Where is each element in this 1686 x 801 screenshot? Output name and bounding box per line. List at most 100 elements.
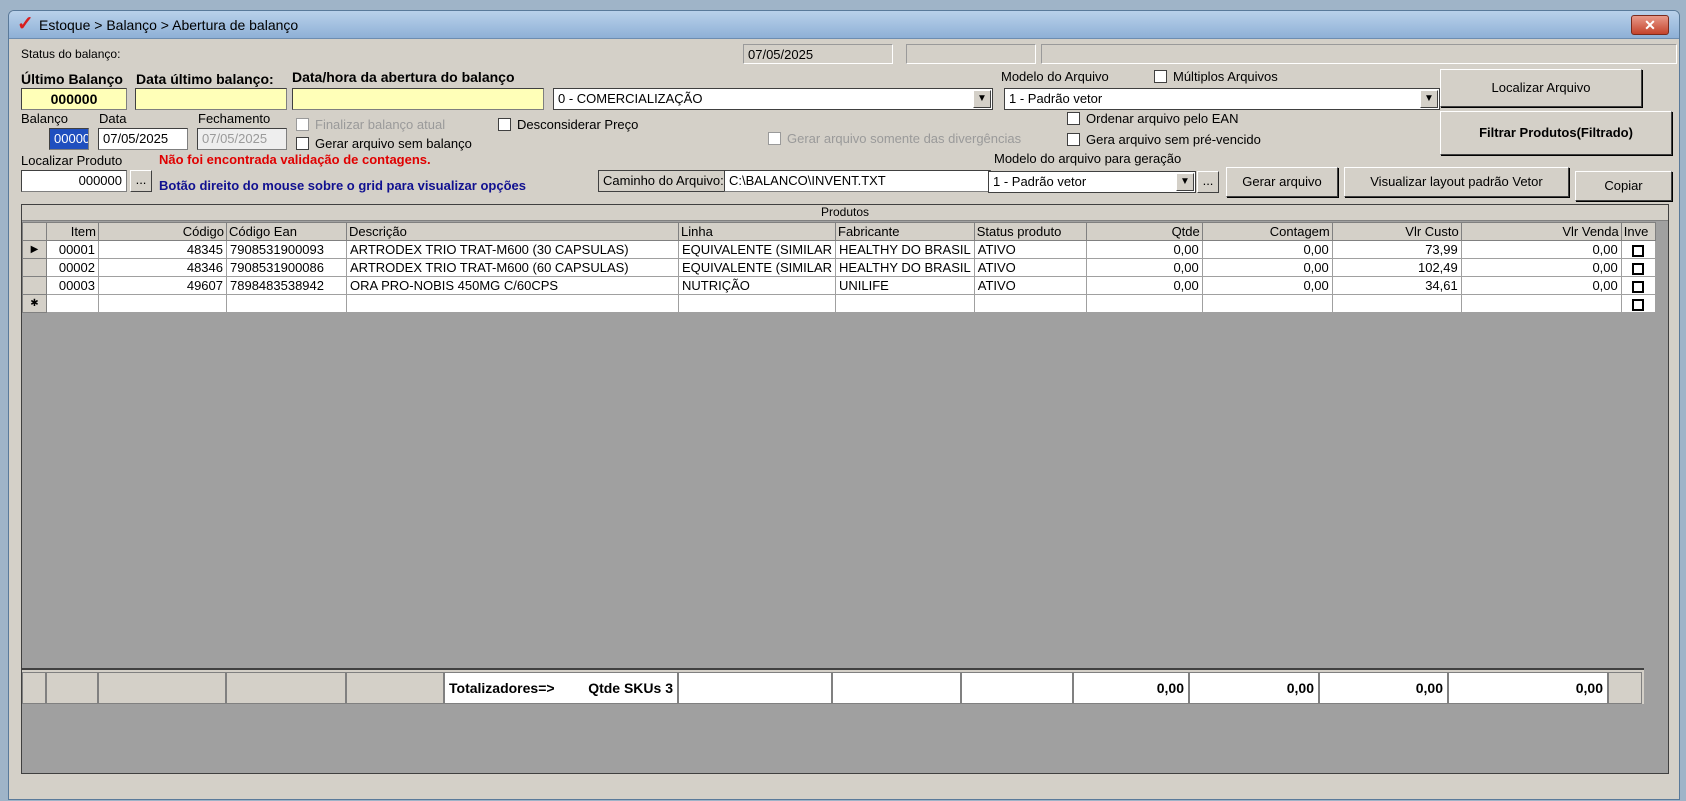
table-row[interactable]: ▶ 00001 48345 7908531900093 ARTRODEX TRI… (22, 240, 1656, 259)
cell-vlr-custo[interactable]: 102,49 (1331, 258, 1462, 277)
data-hora-abertura-field[interactable] (292, 88, 544, 110)
title-bar[interactable]: ✓ Estoque > Balanço > Abertura de balanç… (9, 11, 1679, 39)
header-item[interactable]: Item (46, 222, 99, 241)
header-vlr-venda[interactable]: Vlr Venda (1460, 222, 1622, 241)
data-field[interactable]: 07/05/2025 (98, 128, 188, 150)
somente-divergencias-checkbox[interactable]: Gerar arquivo somente das divergências (768, 131, 1021, 146)
new-row[interactable]: ✱ (22, 294, 1656, 313)
localizar-produto-lookup-button[interactable]: ... (130, 170, 152, 192)
table-row[interactable]: 00002 48346 7908531900086 ARTRODEX TRIO … (22, 258, 1656, 277)
checkbox-box[interactable] (296, 137, 309, 150)
header-codigo[interactable]: Código (98, 222, 227, 241)
cell-item[interactable]: 00001 (46, 240, 99, 259)
cell-empty[interactable] (98, 294, 227, 313)
cell-inve[interactable] (1620, 240, 1656, 259)
cell-vlr-custo[interactable]: 73,99 (1331, 240, 1462, 259)
checkbox-box[interactable] (1154, 70, 1167, 83)
localizar-arquivo-button[interactable]: Localizar Arquivo (1440, 69, 1642, 107)
cell-empty[interactable] (346, 294, 679, 313)
cell-inve[interactable] (1620, 276, 1656, 295)
chevron-down-icon[interactable]: ▼ (1420, 90, 1438, 108)
cell-empty[interactable] (1460, 294, 1622, 313)
cell-vlr-venda[interactable]: 0,00 (1460, 276, 1622, 295)
cell-fabricante[interactable]: HEALTHY DO BRASIL (835, 258, 975, 277)
finalizar-balanco-checkbox[interactable]: Finalizar balanço atual (296, 117, 445, 132)
header-linha[interactable]: Linha (677, 222, 837, 241)
inve-checkbox[interactable] (1632, 244, 1645, 257)
header-codigo-ean[interactable]: Código Ean (226, 222, 347, 241)
visualizar-layout-button[interactable]: Visualizar layout padrão Vetor (1344, 167, 1569, 197)
localizar-produto-field[interactable]: 000000 (21, 170, 127, 192)
header-qtde[interactable]: Qtde (1085, 222, 1203, 241)
cell-empty[interactable] (835, 294, 975, 313)
header-contagem[interactable]: Contagem (1201, 222, 1333, 241)
copiar-button[interactable]: Copiar (1575, 171, 1672, 201)
cell-codigo[interactable]: 48346 (98, 258, 227, 277)
inve-checkbox[interactable] (1632, 262, 1645, 275)
header-vlr-custo[interactable]: Vlr Custo (1331, 222, 1462, 241)
fechamento-field[interactable]: 07/05/2025 (197, 128, 287, 150)
modelo-geracao-lookup-button[interactable]: ... (1197, 171, 1219, 193)
header-fabricante[interactable]: Fabricante (835, 222, 975, 241)
table-row[interactable]: 00003 49607 7898483538942 ORA PRO-NOBIS … (22, 276, 1656, 295)
balanco-field[interactable]: 000000 (49, 128, 89, 150)
caminho-arquivo-field[interactable]: C:\BALANCO\INVENT.TXT (724, 170, 991, 192)
cell-empty[interactable] (1331, 294, 1462, 313)
cell-fabricante[interactable]: HEALTHY DO BRASIL (835, 240, 975, 259)
ordenar-ean-checkbox[interactable]: Ordenar arquivo pelo EAN (1067, 111, 1238, 126)
cell-descricao[interactable]: ARTRODEX TRIO TRAT-M600 (30 CAPSULAS) (346, 240, 679, 259)
sem-pre-vencido-checkbox[interactable]: Gera arquivo sem pré-vencido (1067, 132, 1261, 147)
cell-linha[interactable]: NUTRIÇÃO (677, 276, 837, 295)
cell-empty[interactable] (46, 294, 99, 313)
cell-codigo[interactable]: 49607 (98, 276, 227, 295)
desconsiderar-preco-checkbox[interactable]: Desconsiderar Preço (498, 117, 638, 132)
cell-qtde[interactable]: 0,00 (1085, 240, 1203, 259)
products-grid[interactable]: Produtos Item Código Código Ean Descriçã… (21, 204, 1669, 774)
chevron-down-icon[interactable]: ▼ (1176, 173, 1194, 191)
chevron-down-icon[interactable]: ▼ (973, 90, 991, 108)
cell-empty[interactable] (1201, 294, 1333, 313)
ultimo-balanco-field[interactable]: 000000 (21, 88, 127, 110)
modelo-arquivo-select[interactable]: 1 - Padrão vetor ▼ (1004, 88, 1440, 110)
cell-status[interactable]: ATIVO (973, 258, 1087, 277)
cell-descricao[interactable]: ARTRODEX TRIO TRAT-M600 (60 CAPSULAS) (346, 258, 679, 277)
checkbox-box[interactable] (768, 132, 781, 145)
cell-fabricante[interactable]: UNILIFE (835, 276, 975, 295)
filtrar-produtos-button[interactable]: Filtrar Produtos(Filtrado) (1440, 111, 1672, 155)
cell-vlr-custo[interactable]: 34,61 (1331, 276, 1462, 295)
header-status[interactable]: Status produto (973, 222, 1087, 241)
header-inve[interactable]: Inve (1620, 222, 1656, 241)
cell-inve[interactable] (1620, 294, 1656, 313)
multiplos-arquivos-checkbox[interactable]: Múltiplos Arquivos (1154, 69, 1278, 84)
cell-empty[interactable] (677, 294, 837, 313)
close-button[interactable]: ✕ (1631, 15, 1669, 35)
cell-item[interactable]: 00003 (46, 276, 99, 295)
data-ultimo-balanco-field[interactable] (135, 88, 287, 110)
modelo-geracao-select[interactable]: 1 - Padrão vetor ▼ (988, 171, 1196, 193)
cell-codigo[interactable]: 48345 (98, 240, 227, 259)
cell-linha[interactable]: EQUIVALENTE (SIMILAR (677, 240, 837, 259)
cell-contagem[interactable]: 0,00 (1201, 258, 1333, 277)
cell-ean[interactable]: 7898483538942 (226, 276, 347, 295)
header-descricao[interactable]: Descrição (346, 222, 679, 241)
cell-contagem[interactable]: 0,00 (1201, 240, 1333, 259)
cell-status[interactable]: ATIVO (973, 276, 1087, 295)
checkbox-box[interactable] (1067, 112, 1080, 125)
gerar-sem-balanco-checkbox[interactable]: Gerar arquivo sem balanço (296, 136, 472, 151)
cell-vlr-venda[interactable]: 0,00 (1460, 258, 1622, 277)
cell-inve[interactable] (1620, 258, 1656, 277)
inve-checkbox[interactable] (1632, 298, 1645, 311)
gerar-arquivo-button[interactable]: Gerar arquivo (1226, 167, 1338, 197)
cell-empty[interactable] (226, 294, 347, 313)
inve-checkbox[interactable] (1632, 280, 1645, 293)
cell-linha[interactable]: EQUIVALENTE (SIMILAR (677, 258, 837, 277)
checkbox-box[interactable] (498, 118, 511, 131)
cell-empty[interactable] (1085, 294, 1203, 313)
cell-qtde[interactable]: 0,00 (1085, 258, 1203, 277)
cell-status[interactable]: ATIVO (973, 240, 1087, 259)
cell-qtde[interactable]: 0,00 (1085, 276, 1203, 295)
checkbox-box[interactable] (1067, 133, 1080, 146)
cell-contagem[interactable]: 0,00 (1201, 276, 1333, 295)
cell-descricao[interactable]: ORA PRO-NOBIS 450MG C/60CPS (346, 276, 679, 295)
checkbox-box[interactable] (296, 118, 309, 131)
